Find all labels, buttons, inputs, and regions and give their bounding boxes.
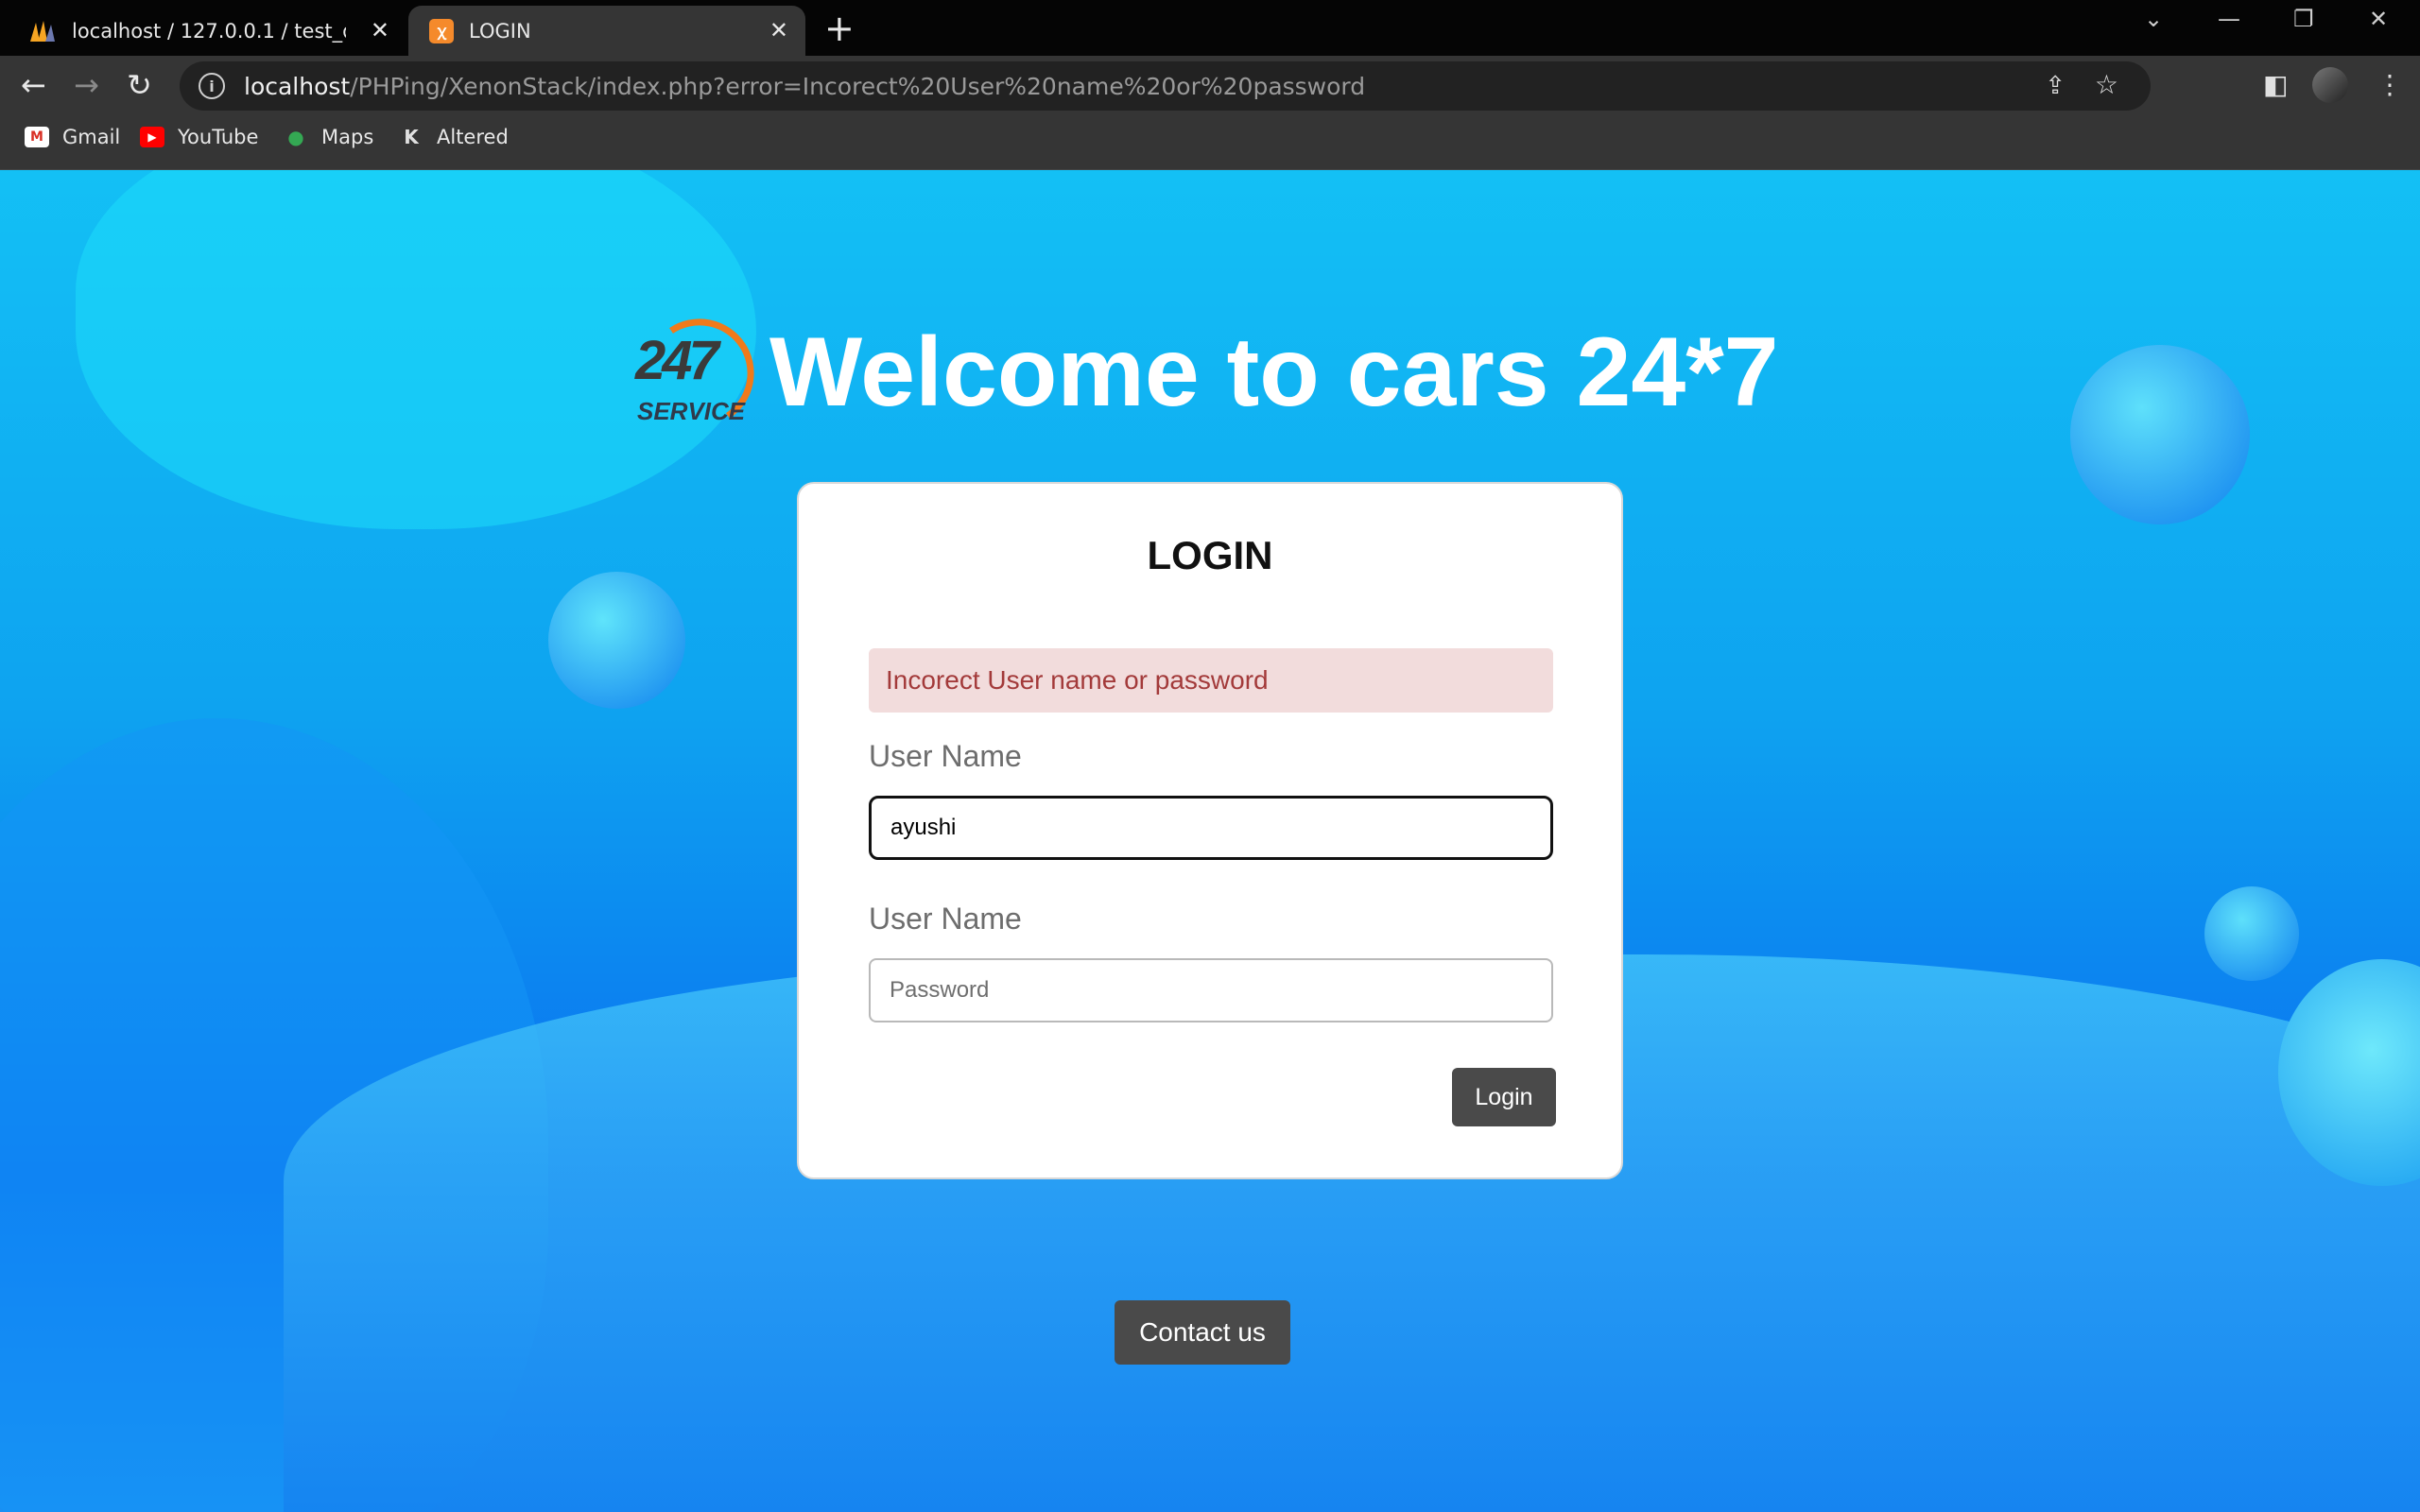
url-text[interactable]: localhost/PHPing/XenonStack/index.php?er… — [244, 73, 1365, 100]
reload-icon[interactable]: ↻ — [127, 67, 152, 103]
site-info-icon[interactable]: i — [199, 73, 225, 99]
contact-us-button[interactable]: Contact us — [1115, 1300, 1290, 1365]
page-header: 247 SERVICE Welcome to cars 24*7 — [633, 312, 1779, 433]
error-message: Incorect User name or password — [869, 648, 1553, 713]
tab-bar: localhost / 127.0.0.1 / test_db / u ✕ ꭓ … — [0, 0, 2420, 56]
side-panel-icon[interactable]: ◧ — [2263, 69, 2288, 100]
tab-title: localhost / 127.0.0.1 / test_db / u — [72, 19, 346, 43]
bookmark-altered[interactable]: K Altered — [399, 126, 509, 148]
tab-title: LOGIN — [469, 19, 531, 43]
cars247-logo: 247 SERVICE — [633, 312, 754, 433]
password-label: User Name — [869, 902, 1022, 936]
username-input[interactable] — [869, 796, 1553, 860]
bookmark-maps[interactable]: ● Maps — [284, 126, 373, 148]
login-title: LOGIN — [1147, 533, 1273, 577]
menu-icon[interactable]: ⋮ — [2377, 69, 2403, 100]
address-bar[interactable]: i localhost/PHPing/XenonStack/index.php?… — [180, 61, 2151, 111]
bookmark-star-icon[interactable]: ☆ — [2095, 69, 2118, 100]
close-window-icon[interactable]: ✕ — [2369, 6, 2388, 32]
bubble — [2070, 345, 2250, 524]
profile-avatar[interactable] — [2312, 67, 2348, 103]
browser-toolbar: ← → ↻ i localhost/PHPing/XenonStack/inde… — [0, 56, 2420, 114]
share-icon[interactable]: ⇪ — [2045, 71, 2066, 100]
xampp-icon: ꭓ — [429, 18, 454, 43]
close-tab-icon[interactable]: ✕ — [769, 17, 788, 43]
new-tab-button[interactable]: + — [824, 8, 855, 49]
altered-icon: K — [404, 126, 419, 148]
page-viewport: 247 SERVICE Welcome to cars 24*7 LOGIN I… — [0, 170, 2420, 1512]
restore-icon[interactable]: ❐ — [2293, 6, 2314, 32]
bubble — [2204, 886, 2299, 981]
logo-subtext: SERVICE — [637, 397, 746, 425]
login-button[interactable]: Login — [1452, 1068, 1556, 1126]
tab-login[interactable]: ꭓ LOGIN ✕ — [408, 6, 805, 56]
gmail-icon: M — [25, 127, 49, 147]
maps-icon: ● — [287, 126, 304, 148]
close-tab-icon[interactable]: ✕ — [371, 17, 389, 43]
youtube-icon: ▶ — [140, 127, 164, 147]
bubble — [548, 572, 685, 709]
bookmark-gmail[interactable]: M Gmail — [25, 126, 120, 148]
bookmark-youtube[interactable]: ▶ YouTube — [140, 126, 258, 148]
phpmyadmin-icon — [28, 19, 57, 43]
login-card: LOGIN Incorect User name or password Use… — [797, 482, 1623, 1179]
tab-phpmyadmin[interactable]: localhost / 127.0.0.1 / test_db / u ✕ — [0, 6, 406, 56]
password-input[interactable] — [869, 958, 1553, 1022]
logo-text: 247 — [635, 330, 719, 391]
forward-icon[interactable]: → — [74, 67, 99, 103]
minimize-icon[interactable]: — — [2218, 6, 2240, 32]
username-label: User Name — [869, 739, 1022, 773]
page-title: Welcome to cars 24*7 — [769, 317, 1779, 427]
tab-search-icon[interactable]: ⌄ — [2144, 6, 2163, 32]
bookmarks-bar: M Gmail ▶ YouTube ● Maps K Altered — [0, 114, 2420, 170]
back-icon[interactable]: ← — [21, 67, 46, 103]
